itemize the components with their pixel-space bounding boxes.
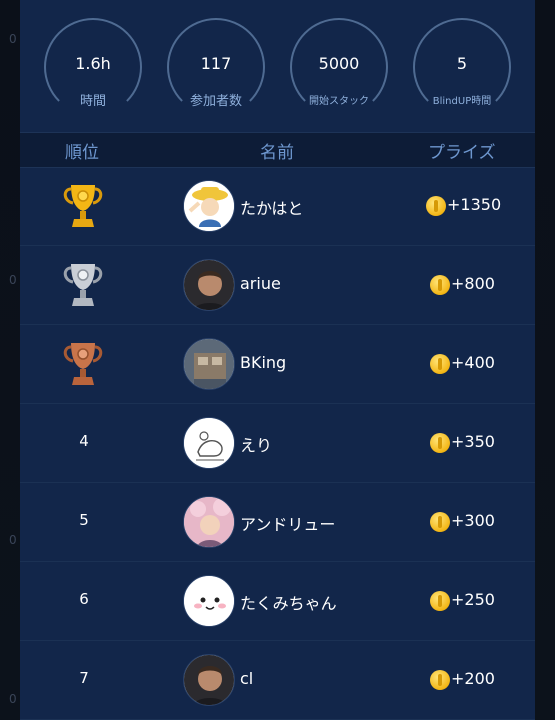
stat-value: 117 <box>200 54 232 73</box>
edge-mark: 0 <box>9 692 17 706</box>
table-header: 順位 名前 プライズ <box>20 132 535 168</box>
player-name: アンドリュー <box>240 515 336 534</box>
leaderboard-screen: 0 0 0 0 1.6h 時間 117 参加者数 5000 開始スタック 5 B… <box>0 0 555 720</box>
stat-label: BlindUP時間 <box>432 96 492 107</box>
coin-icon <box>430 670 450 690</box>
bronze-trophy-icon <box>63 343 103 385</box>
stat-value: 1.6h <box>75 54 111 73</box>
avatar[interactable] <box>183 496 235 548</box>
stat-blind-up-time: 5 BlindUP時間 <box>413 18 511 128</box>
prize-amount: +250 <box>451 590 495 609</box>
avatar[interactable] <box>183 417 235 469</box>
player-name: えり <box>240 436 273 455</box>
stat-label: 開始スタック <box>309 96 369 107</box>
rank-number: 5 <box>79 511 89 529</box>
silver-trophy-icon <box>63 264 103 306</box>
ranking-row[interactable]: 4 えり +350 <box>20 404 535 483</box>
prize-amount: +300 <box>451 511 495 530</box>
rank-number: 6 <box>79 590 89 608</box>
left-edge: 0 0 0 0 <box>0 0 20 720</box>
results-panel: 1.6h 時間 117 参加者数 5000 開始スタック 5 BlindUP時間… <box>20 0 535 720</box>
edge-mark: 0 <box>9 273 17 287</box>
avatar[interactable] <box>183 180 235 232</box>
player-name: cl <box>240 669 254 688</box>
coin-icon <box>430 354 450 374</box>
prize-amount: +350 <box>451 432 495 451</box>
ranking-row[interactable]: BKing +400 <box>20 325 535 404</box>
header-name: 名前 <box>260 143 294 163</box>
rank-number: 7 <box>79 669 89 687</box>
header-prize: プライズ <box>428 143 496 163</box>
ranking-row[interactable]: たかはと +1350 <box>20 167 535 246</box>
gold-trophy-icon <box>63 185 103 227</box>
coin-icon <box>430 275 450 295</box>
avatar[interactable] <box>183 575 235 627</box>
tournament-stats: 1.6h 時間 117 参加者数 5000 開始スタック 5 BlindUP時間 <box>20 0 535 132</box>
ranking-row[interactable]: 7 cl +200 <box>20 641 535 720</box>
stat-value: 5 <box>456 54 468 73</box>
stat-value: 5000 <box>318 54 360 73</box>
edge-mark: 0 <box>9 32 17 46</box>
ranking-row[interactable]: 6 たくみちゃん +250 <box>20 562 535 641</box>
right-edge <box>535 0 555 720</box>
coin-icon <box>430 433 450 453</box>
edge-mark: 0 <box>9 533 17 547</box>
prize-amount: +1350 <box>447 195 502 214</box>
stat-label: 時間 <box>79 94 106 109</box>
player-name: ariue <box>240 274 281 293</box>
header-rank: 順位 <box>65 143 99 163</box>
coin-icon <box>430 591 450 611</box>
rank-number: 4 <box>79 432 89 450</box>
avatar[interactable] <box>183 654 235 706</box>
stat-label: 参加者数 <box>189 94 242 109</box>
prize-amount: +800 <box>451 274 495 293</box>
player-name: BKing <box>240 353 287 372</box>
prize-amount: +200 <box>451 669 495 688</box>
ranking-row[interactable]: 5 アンドリュー +300 <box>20 483 535 562</box>
stat-starting-stack: 5000 開始スタック <box>290 18 388 128</box>
stat-participants: 117 参加者数 <box>167 18 265 128</box>
avatar[interactable] <box>183 338 235 390</box>
stat-duration: 1.6h 時間 <box>44 18 142 128</box>
coin-icon <box>430 512 450 532</box>
prize-amount: +400 <box>451 353 495 372</box>
player-name: たかはと <box>240 199 304 218</box>
avatar[interactable] <box>183 259 235 311</box>
ranking-row[interactable]: ariue +800 <box>20 246 535 325</box>
coin-icon <box>426 196 446 216</box>
player-name: たくみちゃん <box>240 594 337 613</box>
